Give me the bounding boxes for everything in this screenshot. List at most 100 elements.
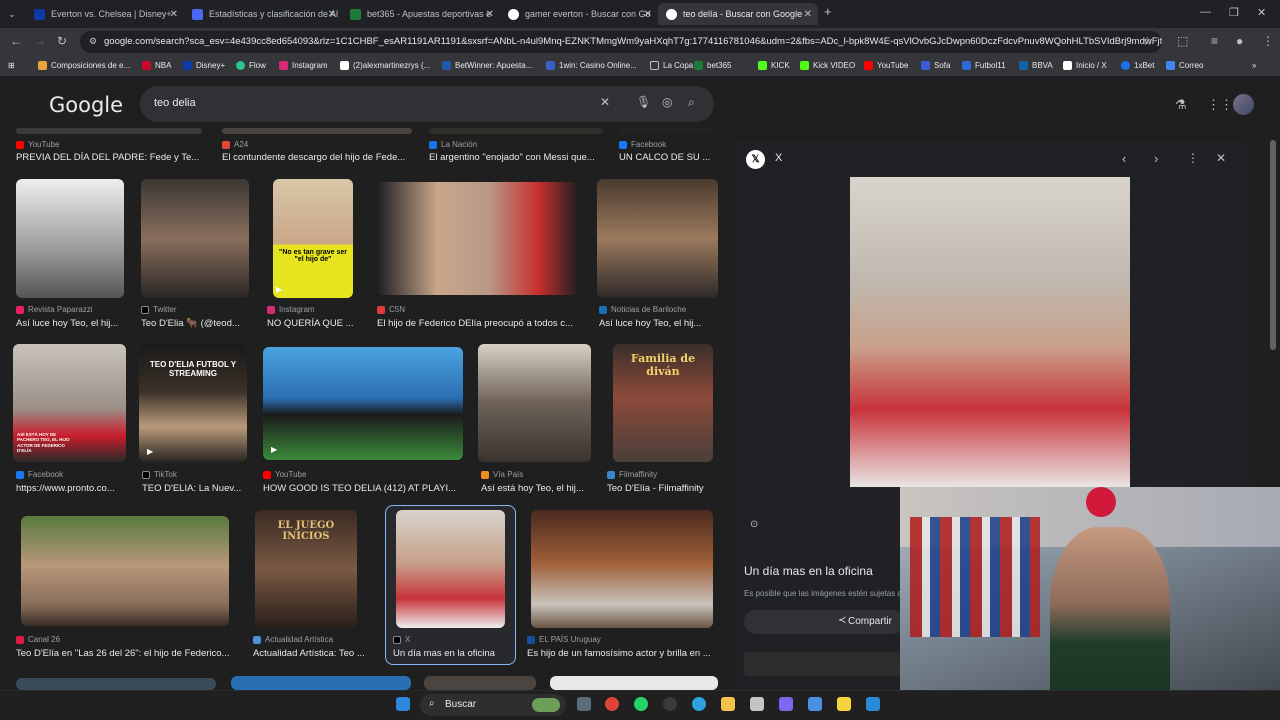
bookmark-item[interactable]: Disney+ [183,61,225,70]
minimize-icon[interactable]: — [1200,6,1211,18]
bookmark-item[interactable]: BBVA [1019,61,1053,70]
image-thumbnail[interactable]: ▶ [263,347,463,460]
bookmark-item[interactable]: 1win: Casino Online... [546,61,637,70]
bookmark-item[interactable]: NBA [142,61,171,70]
chrome-icon[interactable] [605,697,619,711]
calculator-icon[interactable] [808,697,822,711]
task-view-icon[interactable] [577,697,591,711]
image-thumbnail[interactable] [619,128,714,134]
close-icon[interactable]: ✕ [644,9,652,20]
tab-bet365[interactable]: bet365 - Apuestas deportivas e ✕ [342,3,500,25]
image-thumbnail[interactable] [231,676,411,690]
image-thumbnail[interactable] [429,128,603,134]
result-title[interactable]: https://www.pronto.co... [16,483,126,494]
clear-icon[interactable]: ✕ [600,95,610,109]
app-icon[interactable] [866,697,880,711]
bookmark-item[interactable]: Correo [1166,61,1203,70]
google-logo[interactable]: Google [49,93,123,117]
result-title[interactable]: PREVIA DEL DÍA DEL PADRE: Fede y Te... [16,152,206,163]
image-thumbnail[interactable] [16,179,124,298]
image-thumbnail[interactable] [377,182,579,295]
bookmark-item[interactable]: Composiciones de e... [38,61,130,70]
maximize-icon[interactable]: ❐ [1229,6,1239,19]
result-title[interactable]: UN CALCO DE SU ... [619,152,715,163]
bookmark-item[interactable]: BetWinner: Apuesta... [442,61,532,70]
result-title[interactable]: El hijo de Federico DElía preocupó a tod… [377,318,581,329]
tab-list-icon[interactable]: ⌄ [8,9,16,20]
avatar[interactable] [1233,94,1254,115]
result-title[interactable]: Teo D'Elía - Filmaffinity [607,483,717,494]
result-title[interactable]: Actualidad Artística: Teo ... [253,648,369,659]
share-button[interactable]: ≺ Compartir [744,610,904,634]
address-bar[interactable]: google.com/search?sca_esv=4e439cc8ed6540… [80,31,1162,53]
forward-icon[interactable]: → [34,34,46,48]
image-thumbnail[interactable] [550,676,718,690]
tab-gamer-everton[interactable]: gamer everton - Buscar con Go ✕ [500,3,658,25]
telegram-icon[interactable] [692,697,706,711]
site-info-icon[interactable]: ⚙ [89,36,97,47]
image-thumbnail[interactable] [396,510,505,628]
windows-start-icon[interactable] [396,697,410,711]
search-box[interactable]: teo delia ✕ 🎙 ◎ ⌕ [140,86,714,122]
image-thumbnail[interactable] [21,516,229,626]
file-explorer-icon[interactable] [721,697,735,711]
app-icon[interactable] [779,697,793,711]
search-icon[interactable]: ⌕ [688,95,695,110]
result-title[interactable]: NO QUERÍA QUE ... [267,318,359,329]
profile-icon[interactable]: ● [1236,34,1243,48]
image-thumbnail[interactable]: ASÍ ESTÁ HOY DE PACHERO TEO, EL HIJO ACT… [13,344,126,462]
next-icon[interactable]: › [1154,151,1158,166]
sticky-notes-icon[interactable] [837,697,851,711]
panel-scrollbar[interactable] [1270,140,1276,350]
bookmark-item[interactable]: La Copa [650,61,693,70]
close-icon[interactable]: ✕ [170,9,178,20]
bookmark-item[interactable]: bet365 [694,61,731,70]
lens-search-icon[interactable]: ⊙ [750,519,758,530]
image-thumbnail[interactable] [222,128,412,134]
tab-everton-chelsea[interactable]: Everton vs. Chelsea | Disney+ ✕ [26,3,184,25]
close-window-icon[interactable]: ✕ [1257,6,1266,19]
more-bookmarks-icon[interactable]: » [1252,61,1256,70]
result-title[interactable]: El argentino "enojado" con Messi que... [429,152,605,163]
result-title[interactable]: El contundente descargo del hijo de Fede… [222,152,414,163]
close-panel-icon[interactable]: ✕ [1216,151,1226,165]
bookmark-item[interactable]: KICK [758,61,790,70]
reload-icon[interactable]: ↻ [57,34,67,48]
new-tab-icon[interactable]: + [824,4,832,19]
more-options-icon[interactable]: ⋮ [1187,151,1199,165]
close-icon[interactable]: ✕ [804,9,812,20]
microphone-icon[interactable]: 🎙 [636,95,651,109]
obs-icon[interactable] [663,697,677,711]
whatsapp-icon[interactable] [634,697,648,711]
bookmark-star-icon[interactable]: ☆ [1142,34,1153,48]
panel-source[interactable]: X [775,152,782,164]
app-icon[interactable] [750,697,764,711]
preview-title[interactable]: Un día mas en la oficina [744,564,873,578]
result-title[interactable]: Teo D'Elía en "Las 26 del 26": el hijo d… [16,648,236,659]
bookmark-item[interactable]: Futbol11 [962,61,1006,70]
media-icon[interactable]: ≡ [1211,34,1218,48]
result-title[interactable]: Así está hoy Teo, el hij... [481,483,591,494]
image-thumbnail[interactable] [531,510,713,628]
apps-icon[interactable]: ⊞ [8,61,15,70]
related-image-thumbnail[interactable] [744,652,904,676]
extensions-icon[interactable]: ⬚ [1177,34,1188,48]
result-title[interactable]: Un día mas en la oficina [393,648,511,659]
result-title[interactable]: Así luce hoy Teo, el hij... [16,318,124,329]
bookmark-item[interactable]: Kick VIDEO [800,61,855,70]
image-thumbnail[interactable] [16,128,202,134]
tab-estadisticas[interactable]: Estadísticas y clasificación de Al ✕ [184,3,342,25]
taskbar-search[interactable]: ⌕ Buscar [420,694,566,716]
bookmark-item[interactable]: (2)alexmartinezrys (... [340,61,430,70]
image-thumbnail[interactable]: TEO D'ELIA FUTBOL Y STREAMING ▶ [139,344,247,462]
bookmark-item[interactable]: Inicio / X [1063,61,1107,70]
image-thumbnail[interactable] [597,179,718,298]
image-thumbnail[interactable]: Familia de diván [613,344,713,462]
preview-image[interactable] [850,177,1130,487]
image-thumbnail[interactable] [478,344,591,462]
bookmark-item[interactable]: YouTube [864,61,908,70]
result-title[interactable]: HOW GOOD IS TEO DELIA (412) AT PLAYI... [263,483,465,494]
bookmark-item[interactable]: Flow [236,61,266,70]
menu-icon[interactable]: ⋮ [1262,34,1274,48]
image-thumbnail[interactable] [424,676,536,690]
